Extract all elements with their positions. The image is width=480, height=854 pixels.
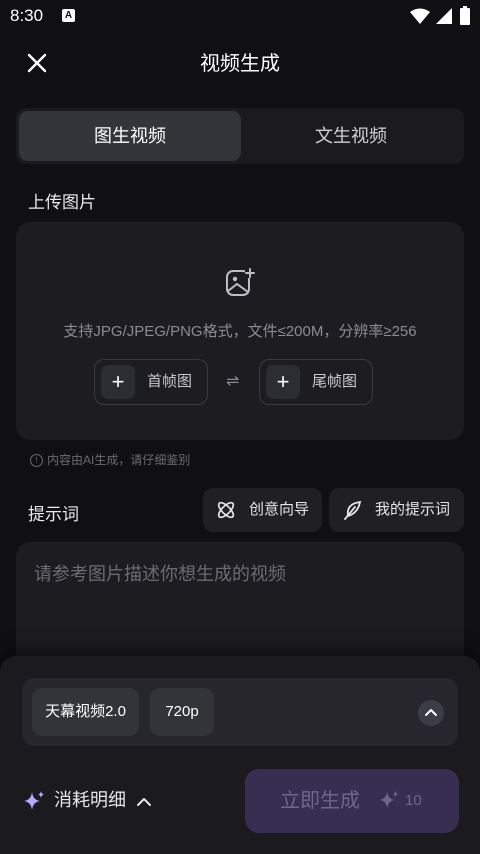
ai-notice-text: 内容由AI生成，请仔细鉴别 — [47, 453, 191, 467]
notification-a-icon: A — [62, 9, 75, 22]
resolution-select[interactable]: 720p — [150, 688, 214, 736]
last-frame-label: 尾帧图 — [312, 373, 358, 390]
status-time: 8:30 — [10, 6, 44, 25]
my-prompts-label: 我的提示词 — [375, 501, 451, 518]
tab-text-to-video[interactable]: 文生视频 — [240, 111, 462, 161]
prompt-placeholder: 请参考图片描述你想生成的视频 — [34, 564, 286, 584]
signal-icon — [436, 8, 452, 24]
generate-label: 立即生成 — [280, 790, 360, 812]
my-prompts-button[interactable]: 我的提示词 — [329, 488, 464, 532]
creative-guide-button[interactable]: 创意向导 — [203, 488, 322, 532]
mode-tabs: 图生视频 文生视频 — [16, 108, 464, 164]
chevron-up-icon[interactable] — [418, 700, 444, 726]
first-frame-button[interactable]: + 首帧图 — [94, 359, 208, 405]
battery-icon — [460, 6, 470, 25]
add-image-icon — [226, 268, 255, 296]
swap-icon[interactable]: ⇌ — [226, 371, 239, 391]
creative-guide-label: 创意向导 — [249, 501, 310, 518]
chevron-up-icon[interactable] — [134, 792, 154, 812]
ai-notice: ! 内容由AI生成，请仔细鉴别 — [30, 451, 190, 468]
page-title: 视频生成 — [200, 53, 280, 75]
sparkle-icon — [24, 791, 44, 810]
upload-section-label: 上传图片 — [28, 193, 96, 212]
sparkle-icon — [379, 790, 399, 809]
prompt-section-label: 提示词 — [28, 505, 79, 524]
close-icon[interactable] — [24, 50, 50, 76]
upload-hint: 支持JPG/JPEG/PNG格式，文件≤200M，分辨率≥256 — [63, 323, 417, 340]
model-select[interactable]: 天幕视频2.0 — [32, 688, 139, 736]
plus-icon: + — [101, 365, 135, 399]
cost-detail-label[interactable]: 消耗明细 — [54, 786, 126, 812]
info-icon: ! — [30, 454, 43, 468]
first-frame-label: 首帧图 — [147, 373, 193, 390]
last-frame-button[interactable]: + 尾帧图 — [259, 359, 373, 405]
tab-image-to-video[interactable]: 图生视频 — [19, 111, 241, 161]
generate-cost: 10 — [405, 792, 422, 809]
atom-icon — [217, 501, 235, 519]
feather-icon — [344, 500, 362, 520]
plus-icon: + — [266, 365, 300, 399]
wifi-icon — [410, 8, 430, 24]
status-bar: 8:30 A — [0, 0, 480, 34]
